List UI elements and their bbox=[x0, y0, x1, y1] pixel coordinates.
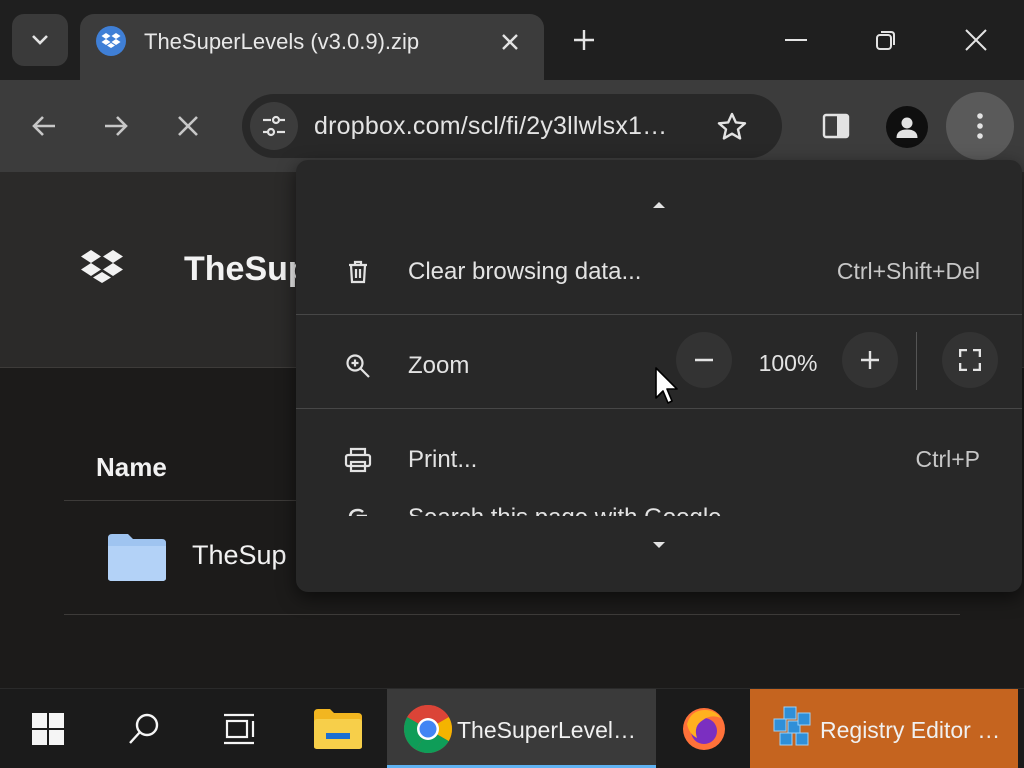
search-icon bbox=[129, 713, 159, 744]
url-text: dropbox.com/scl/fi/2y3llwlsx1… bbox=[314, 112, 668, 140]
menu-item-shortcut: Ctrl+Shift+Del bbox=[836, 258, 980, 284]
chrome-icon bbox=[403, 705, 453, 754]
tab-title: TheSuperLevels (v3.0.9).zip bbox=[144, 29, 420, 54]
zoom-level: 100% bbox=[758, 350, 818, 376]
firefox-button[interactable] bbox=[676, 689, 732, 768]
task-view-button[interactable] bbox=[210, 689, 270, 768]
chevron-down-icon bbox=[32, 35, 48, 45]
menu-separator bbox=[296, 314, 1022, 315]
trash-icon bbox=[344, 258, 372, 286]
firefox-icon bbox=[683, 708, 725, 750]
zoom-in-button[interactable] bbox=[842, 332, 898, 388]
scroll-up-button[interactable] bbox=[648, 198, 670, 212]
browser-tab[interactable]: TheSuperLevels (v3.0.9).zip bbox=[80, 14, 544, 80]
browser-toolbar: dropbox.com/scl/fi/2y3llwlsx1… bbox=[0, 80, 1024, 172]
more-menu-button[interactable] bbox=[946, 92, 1014, 160]
zoom-divider bbox=[916, 332, 917, 390]
dropbox-logo-icon bbox=[81, 250, 123, 283]
profile-button[interactable] bbox=[886, 106, 928, 148]
caret-up-icon bbox=[653, 202, 665, 208]
forward-icon bbox=[105, 116, 128, 136]
scroll-down-button[interactable] bbox=[648, 538, 670, 552]
caret-down-icon bbox=[653, 542, 665, 548]
window-close-button[interactable] bbox=[944, 14, 1008, 66]
page-title: TheSup bbox=[184, 250, 309, 288]
google-icon bbox=[344, 504, 372, 516]
zoom-icon bbox=[344, 352, 372, 380]
minus-icon bbox=[695, 358, 713, 362]
divider bbox=[64, 614, 960, 615]
file-explorer-button[interactable] bbox=[308, 689, 368, 768]
start-button[interactable] bbox=[18, 689, 78, 768]
folder-icon bbox=[108, 534, 166, 581]
menu-item-print[interactable]: Print... Ctrl+P bbox=[296, 430, 1022, 490]
taskbar-app-registry-editor[interactable]: Registry Editor … bbox=[750, 689, 1018, 768]
fullscreen-button[interactable] bbox=[942, 332, 998, 388]
mouse-cursor-icon bbox=[655, 367, 678, 404]
side-panel-button[interactable] bbox=[812, 102, 860, 150]
plus-icon bbox=[574, 30, 594, 50]
dropbox-icon bbox=[96, 26, 126, 56]
title-bar: TheSuperLevels (v3.0.9).zip bbox=[0, 0, 1024, 80]
bookmark-star-icon bbox=[717, 112, 747, 140]
restore-button[interactable] bbox=[854, 14, 918, 66]
registry-editor-icon bbox=[773, 706, 811, 746]
more-menu-icon bbox=[977, 113, 983, 139]
print-icon bbox=[344, 446, 372, 474]
menu-separator bbox=[296, 408, 1022, 409]
site-info-icon bbox=[263, 115, 285, 137]
menu-item-shortcut: Ctrl+P bbox=[915, 446, 980, 472]
file-explorer-icon bbox=[314, 709, 362, 749]
tab-close-button[interactable] bbox=[492, 24, 528, 60]
task-view-icon bbox=[224, 713, 255, 745]
menu-item-clear-browsing-data[interactable]: Clear browsing data... Ctrl+Shift+Del bbox=[296, 242, 1022, 302]
back-button[interactable] bbox=[20, 102, 68, 150]
minimize-icon bbox=[785, 39, 807, 41]
forward-button[interactable] bbox=[92, 102, 140, 150]
tab-search-button[interactable] bbox=[12, 14, 68, 66]
taskbar: TheSuperLevel… Registry Editor … bbox=[0, 688, 1024, 768]
zoom-label: Zoom bbox=[408, 352, 470, 379]
side-panel-icon bbox=[822, 113, 850, 139]
search-button[interactable] bbox=[114, 689, 174, 768]
windows-start-icon bbox=[32, 713, 64, 745]
plus-icon bbox=[861, 351, 879, 369]
menu-item-label: Search this page with Google bbox=[408, 504, 722, 516]
bookmark-button[interactable] bbox=[710, 104, 754, 148]
taskbar-app-label: Registry Editor … bbox=[820, 717, 1001, 743]
close-icon bbox=[965, 29, 987, 51]
close-icon bbox=[502, 34, 518, 50]
profile-icon bbox=[896, 117, 918, 138]
menu-item-search-google[interactable]: Search this page with Google bbox=[296, 490, 1022, 516]
column-header-name[interactable]: Name bbox=[96, 452, 167, 483]
zoom-out-button[interactable] bbox=[676, 332, 732, 388]
menu-item-label: Print... bbox=[408, 446, 478, 473]
taskbar-app-chrome[interactable]: TheSuperLevel… bbox=[387, 689, 656, 768]
stop-icon bbox=[178, 116, 198, 136]
new-tab-button[interactable] bbox=[560, 20, 608, 60]
taskbar-app-label: TheSuperLevel… bbox=[457, 717, 636, 743]
restore-icon bbox=[876, 31, 895, 50]
back-icon bbox=[32, 116, 55, 136]
file-name: TheSup bbox=[192, 540, 287, 570]
site-info-button[interactable] bbox=[250, 102, 298, 150]
menu-item-label: Clear browsing data... bbox=[408, 258, 642, 285]
stop-button[interactable] bbox=[164, 102, 212, 150]
minimize-button[interactable] bbox=[764, 14, 828, 66]
fullscreen-icon bbox=[959, 349, 981, 371]
address-bar[interactable]: dropbox.com/scl/fi/2y3llwlsx1… bbox=[242, 94, 782, 158]
